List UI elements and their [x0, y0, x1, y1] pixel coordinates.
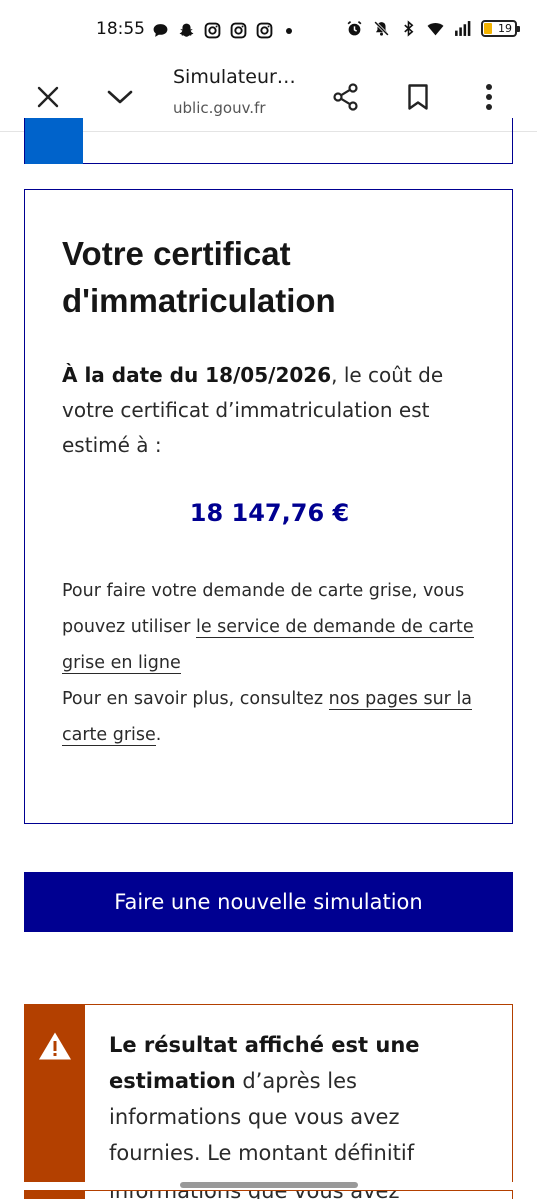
- previous-card: [24, 118, 513, 164]
- chat-bubble-icon: [153, 24, 168, 37]
- close-icon: [37, 86, 59, 108]
- snapchat-icon: [179, 23, 194, 37]
- result-description: À la date du 18/05/2026, le coût de votr…: [62, 358, 482, 463]
- warning-icon: [39, 1032, 71, 1060]
- status-time: 18:55: [96, 19, 145, 39]
- alert-text: Le résultat affiché est une estimation d…: [109, 1027, 469, 1171]
- instagram-icon: [230, 22, 247, 39]
- notification-icons: [152, 22, 292, 39]
- result-info: Pour faire votre demande de carte grise,…: [62, 573, 492, 753]
- result-title: Votre certificat d'immatriculation: [62, 235, 336, 319]
- status-bar: 18:55 19: [0, 0, 537, 62]
- more-vert-icon: [486, 84, 492, 110]
- info-text-2: Pour en savoir plus, consultez: [62, 689, 329, 709]
- page-title[interactable]: Simulateur…: [173, 66, 296, 88]
- more-menu-button[interactable]: [466, 74, 512, 120]
- signal-icon: [455, 21, 471, 36]
- page-url[interactable]: ublic.gouv.fr: [173, 99, 266, 117]
- next-alert-side-bar: [25, 1191, 85, 1199]
- system-icons: 19: [346, 20, 520, 37]
- share-icon: [333, 83, 358, 111]
- result-amount: 18 147,76 €: [189, 499, 350, 527]
- chevron-down-icon: [107, 90, 133, 104]
- share-button[interactable]: [323, 74, 369, 120]
- battery-icon: 19: [481, 20, 520, 37]
- next-alert-partial: informations que vous avez: [24, 1190, 513, 1199]
- mute-icon: [374, 21, 389, 36]
- result-date: À la date du 18/05/2026: [62, 363, 332, 387]
- more-notifications-dot: [286, 27, 292, 34]
- instagram-icon: [256, 22, 273, 39]
- bookmark-button[interactable]: [395, 74, 441, 120]
- previous-card-accent: [25, 118, 83, 164]
- alert-side-bar: [25, 1005, 85, 1182]
- info-text-end: .: [155, 725, 162, 745]
- wifi-icon: [427, 22, 444, 36]
- alarm-icon: [347, 20, 362, 36]
- gesture-bar[interactable]: [180, 1182, 358, 1188]
- warning-alert: Le résultat affiché est une estimation d…: [24, 1004, 513, 1182]
- new-simulation-button[interactable]: Faire une nouvelle simulation: [24, 872, 513, 932]
- bookmark-icon: [408, 84, 428, 110]
- next-alert-text: informations que vous avez: [109, 1191, 400, 1199]
- page-info-button[interactable]: [97, 74, 143, 120]
- result-card: Votre certificat d'immatriculation À la …: [24, 189, 513, 824]
- close-button[interactable]: [25, 74, 71, 120]
- instagram-icon: [204, 22, 221, 39]
- bluetooth-icon: [404, 20, 414, 37]
